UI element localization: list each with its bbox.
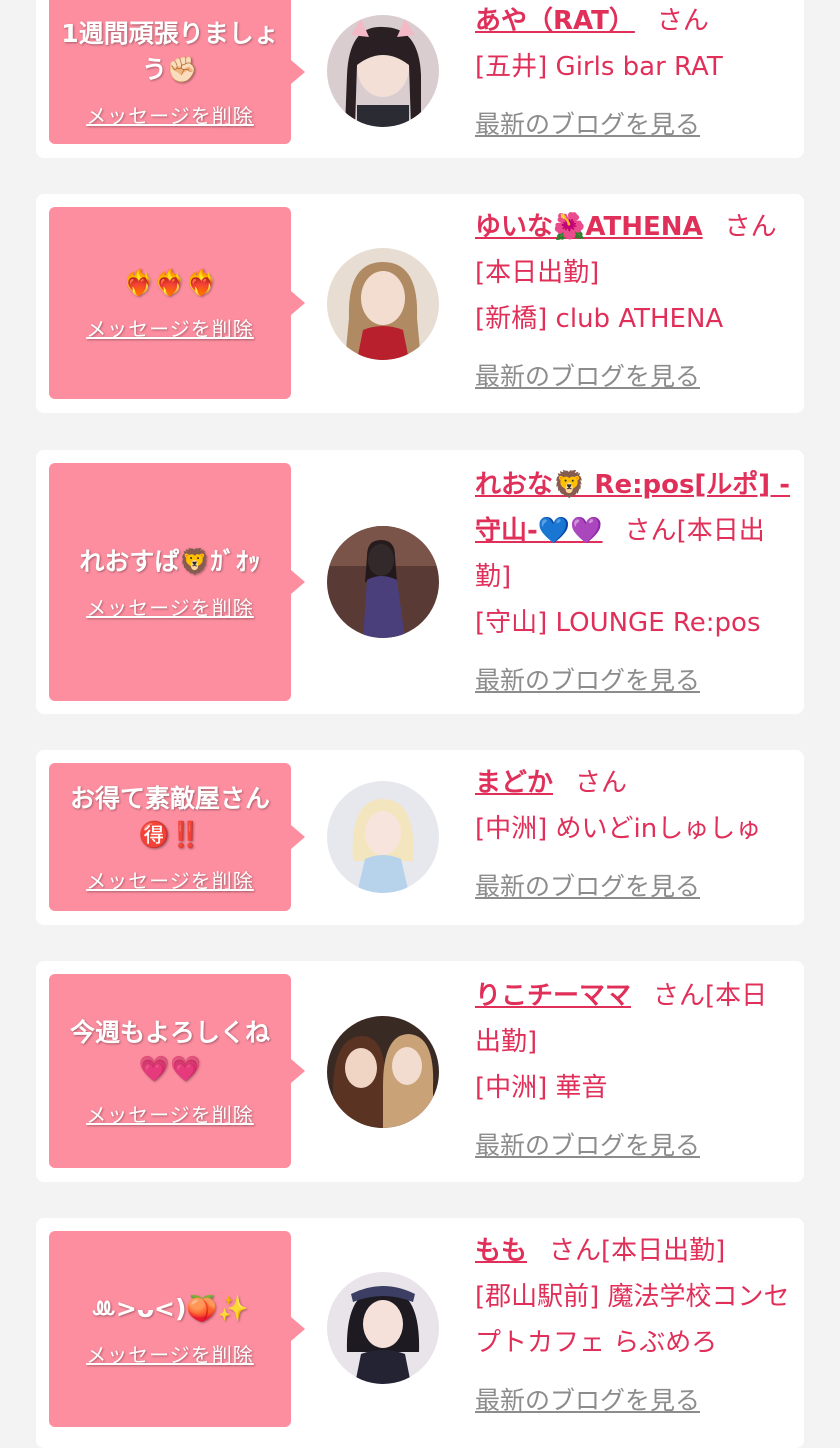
san-label: さん (575, 768, 628, 798)
cast-name-link[interactable]: ゆいな🌺ATHENA (475, 212, 703, 242)
message-card: ꔛ>ᴗ<)🍑✨ メッセージを削除 もも さん[本日出勤] [郡山駅前] 魔法学校コ… (36, 1218, 804, 1448)
delete-message-button[interactable]: メッセージを削除 (86, 865, 254, 894)
cast-name-link[interactable]: もも (475, 1236, 527, 1266)
cast-info: りこチーママ さん[本日出勤] [中洲] 華音 最新のブログを見る (475, 973, 791, 1169)
message-card: れおすぱ🦁ｶﾞｵｯ メッセージを削除 れおな🦁 Re:pos[ルポ] -守山-💙… (36, 450, 804, 714)
avatar[interactable] (327, 15, 439, 127)
shop-name: [守山] LOUNGE Re:pos (475, 608, 761, 638)
message-bubble: 1週間頑張りましょう✊🏻 メッセージを削除 (49, 0, 305, 144)
delete-message-button[interactable]: メッセージを削除 (86, 592, 254, 621)
message-text: 1週間頑張りましょう✊🏻 (61, 18, 279, 84)
delete-message-button[interactable]: メッセージを削除 (86, 1099, 254, 1128)
cast-info: あや（RAT） さん [五井] Girls bar RAT 最新のブログを見る (475, 0, 791, 148)
shop-name: [五井] Girls bar RAT (475, 52, 723, 82)
latest-blog-link[interactable]: 最新のブログを見る (475, 1378, 801, 1424)
avatar[interactable] (327, 248, 439, 360)
cast-info: れおな🦁 Re:pos[ルポ] -守山-💙💜 さん[本日出勤] [守山] LOUN… (475, 462, 791, 704)
name-line: もも さん[本日出勤] (475, 1228, 801, 1274)
name-line: あや（RAT） さん (475, 0, 791, 44)
avatar-photo (327, 15, 439, 127)
latest-blog-link[interactable]: 最新のブログを見る (475, 658, 791, 704)
message-text: 今週もよろしくね💗💗 (69, 1017, 270, 1083)
message-bubble: ❤️‍🔥❤️‍🔥❤️‍🔥 メッセージを削除 (49, 207, 305, 399)
message-bubble: 今週もよろしくね💗💗 メッセージを削除 (49, 974, 305, 1168)
name-line: れおな🦁 Re:pos[ルポ] -守山-💙💜 さん[本日出勤] (475, 462, 791, 600)
message-text: ꔛ>ᴗ<)🍑✨ (91, 1293, 249, 1323)
avatar-photo (327, 1016, 439, 1128)
avatar-photo (327, 526, 439, 638)
delete-message-button[interactable]: メッセージを削除 (86, 1339, 254, 1368)
san-label: さん (653, 981, 706, 1011)
latest-blog-link[interactable]: 最新のブログを見る (475, 864, 791, 910)
message-card: 1週間頑張りましょう✊🏻 メッセージを削除 あや（RAT） さん [五井] Gir… (36, 0, 804, 158)
message-bubble: お得て素敵屋さん🉐‼️ メッセージを削除 (49, 763, 305, 911)
message-card: ❤️‍🔥❤️‍🔥❤️‍🔥 メッセージを削除 ゆいな🌺ATHENA さん [本日出勤]… (36, 194, 804, 413)
avatar-photo (327, 781, 439, 893)
message-card: 今週もよろしくね💗💗 メッセージを削除 りこチーママ さん[本日出勤] [中洲] … (36, 961, 804, 1182)
delete-message-button[interactable]: メッセージを削除 (86, 100, 254, 129)
name-line: まどか さん (475, 760, 791, 806)
avatar-photo (327, 1272, 439, 1384)
work-status: [本日出勤] (601, 1236, 726, 1266)
avatar[interactable] (327, 1016, 439, 1128)
cast-name-link[interactable]: まどか (475, 768, 553, 798)
shop-name: [中洲] 華音 (475, 1073, 608, 1103)
message-text: お得て素敵屋さん🉐‼️ (69, 783, 270, 849)
name-line: ゆいな🌺ATHENA さん [本日出勤] (475, 204, 791, 296)
cast-info: ゆいな🌺ATHENA さん [本日出勤] [新橋] club ATHENA 最新のブ… (475, 204, 791, 400)
cast-name-link[interactable]: りこチーママ (475, 981, 631, 1011)
message-bubble: れおすぱ🦁ｶﾞｵｯ メッセージを削除 (49, 463, 305, 701)
cast-info: まどか さん [中洲] めいどinしゅしゅ 最新のブログを見る (475, 760, 791, 910)
work-status: [本日出勤] (475, 258, 600, 288)
name-line: りこチーママ さん[本日出勤] (475, 973, 791, 1065)
avatar[interactable] (327, 1272, 439, 1384)
cast-info: もも さん[本日出勤] [郡山駅前] 魔法学校コンセプトカフェ らぶめろ 最新のブ… (475, 1228, 801, 1424)
avatar[interactable] (327, 526, 439, 638)
latest-blog-link[interactable]: 最新のブログを見る (475, 1123, 791, 1169)
message-text: ❤️‍🔥❤️‍🔥❤️‍🔥 (123, 267, 217, 297)
shop-name: [中洲] めいどinしゅしゅ (475, 814, 762, 844)
san-label: さん (624, 516, 677, 546)
latest-blog-link[interactable]: 最新のブログを見る (475, 102, 791, 148)
avatar-photo (327, 248, 439, 360)
shop-name: [郡山駅前] 魔法学校コンセプトカフェ らぶめろ (475, 1282, 790, 1358)
san-label: さん (656, 6, 709, 36)
latest-blog-link[interactable]: 最新のブログを見る (475, 354, 791, 400)
delete-message-button[interactable]: メッセージを削除 (86, 313, 254, 342)
san-label: さん (724, 212, 777, 242)
message-text: れおすぱ🦁ｶﾞｵｯ (79, 546, 261, 576)
message-bubble: ꔛ>ᴗ<)🍑✨ メッセージを削除 (49, 1231, 305, 1427)
avatar[interactable] (327, 781, 439, 893)
san-label: さん (549, 1236, 602, 1266)
cast-name-link[interactable]: あや（RAT） (475, 6, 635, 36)
message-card: お得て素敵屋さん🉐‼️ メッセージを削除 まどか さん [中洲] めいどinしゅし… (36, 750, 804, 925)
shop-name: [新橋] club ATHENA (475, 304, 724, 334)
